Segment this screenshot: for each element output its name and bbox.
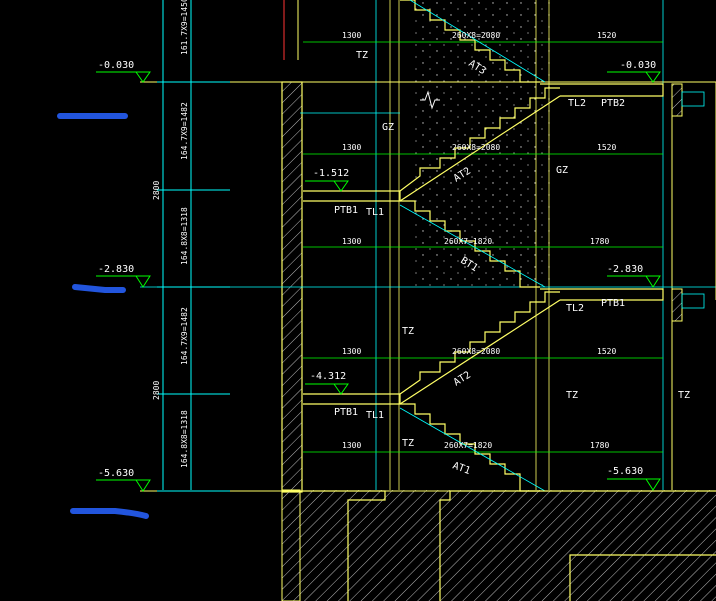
- label-at2-b: AT2: [452, 370, 473, 389]
- dim-d1: 164.7X9=1482: [180, 102, 189, 160]
- dim-r3-c: 1780: [590, 237, 609, 246]
- dim-r4-a: 1300: [342, 347, 361, 356]
- label-tz-top: TZ: [356, 50, 368, 61]
- label-gz-right: GZ: [556, 165, 568, 176]
- dim-d2: 164.8X8=1318: [180, 207, 189, 265]
- dim-r2-b: 260X8=2080: [452, 143, 500, 152]
- dim-d3: 164.7X9=1482: [180, 307, 189, 365]
- left-wall-footing: [281, 489, 301, 601]
- dim-r5-b: 260X7=1820: [444, 441, 492, 450]
- elev-e1-right: -0.030: [620, 60, 656, 71]
- label-ptb1-a: PTB1: [334, 205, 358, 216]
- height-h2: 2800: [152, 381, 161, 400]
- cad-canvas: -0.030 -0.030 -1.512 -2.830 -2.830 -4.31…: [0, 0, 716, 601]
- dim-top: 161.7X9=1450: [180, 0, 189, 55]
- annotation-scribbles: [57, 113, 149, 519]
- label-tl1-b: TL1: [366, 410, 384, 421]
- dim-ticks: [157, 81, 230, 492]
- elev-e5-right: -5.630: [607, 466, 643, 477]
- dim-r5-a: 1300: [342, 441, 361, 450]
- stair-section-drawing: -0.030 -0.030 -1.512 -2.830 -2.830 -4.31…: [57, 0, 716, 601]
- dim-r2-a: 1300: [342, 143, 361, 152]
- label-ptb2: PTB2: [601, 98, 625, 109]
- elev-e5: -5.630: [98, 468, 134, 479]
- label-tz-r1: TZ: [566, 390, 578, 401]
- dim-r4-b: 260X8=2080: [452, 347, 500, 356]
- dim-r4-c: 1520: [597, 347, 616, 356]
- dim-r1-b: 260X8=2080: [452, 31, 500, 40]
- rebar-detail-1: [681, 91, 705, 107]
- elev-e2: -1.512: [313, 168, 349, 179]
- elev-e3-right: -2.830: [607, 264, 643, 275]
- elev-e1: -0.030: [98, 60, 134, 71]
- dim-r1-c: 1520: [597, 31, 616, 40]
- dim-r5-c: 1780: [590, 441, 609, 450]
- elev-e3: -2.830: [98, 264, 134, 275]
- label-at1: AT1: [451, 460, 472, 477]
- dim-d4: 164.8X8=1318: [180, 410, 189, 468]
- rebar-detail-2: [681, 293, 705, 309]
- dim-r1-a: 1300: [342, 31, 361, 40]
- label-tz-mid: TZ: [402, 326, 414, 337]
- label-tl1-a: TL1: [366, 207, 384, 218]
- dim-r2-c: 1520: [597, 143, 616, 152]
- dim-r3-b: 260X7=1820: [444, 237, 492, 246]
- label-ptb1-c: PTB1: [334, 407, 358, 418]
- label-tl2-b: TL2: [566, 303, 584, 314]
- label-ptb1-b: PTB1: [601, 298, 625, 309]
- foundation-hatch: [300, 490, 716, 601]
- label-tz-low: TZ: [402, 438, 414, 449]
- label-tl2-a: TL2: [568, 98, 586, 109]
- label-gz-left: GZ: [382, 122, 394, 133]
- elev-e4: -4.312: [310, 371, 346, 382]
- dim-r3-a: 1300: [342, 237, 361, 246]
- height-h1: 2800: [152, 181, 161, 200]
- label-tz-r2: TZ: [678, 390, 690, 401]
- right-edge-details: [671, 83, 683, 322]
